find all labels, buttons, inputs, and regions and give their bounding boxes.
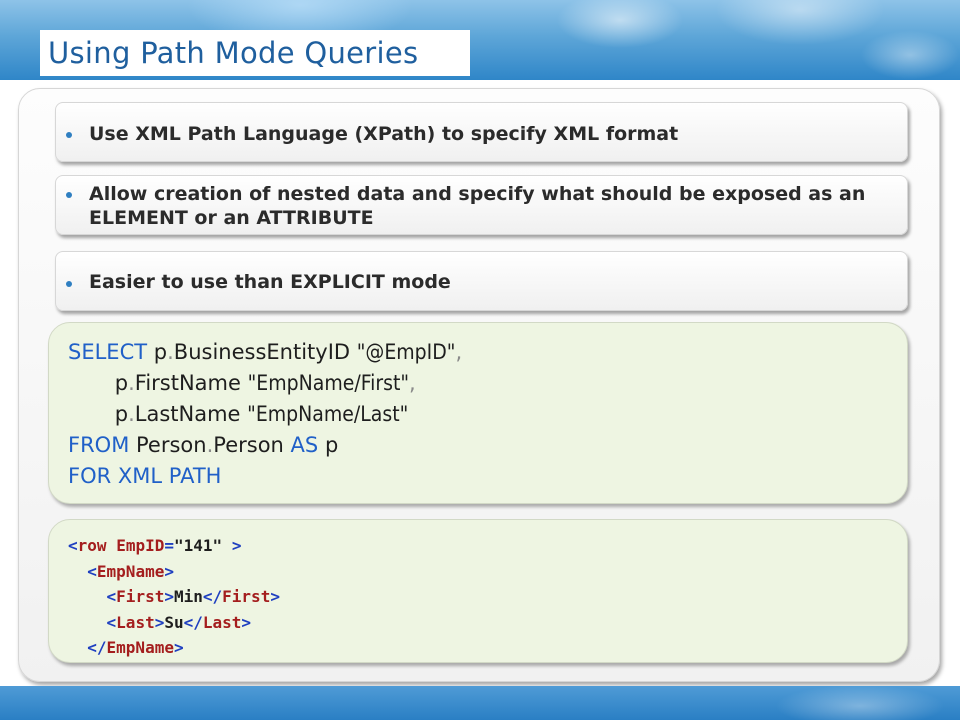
xml-tag: EmpName [106,638,174,657]
xml-attribute: EmpID [116,536,165,555]
sql-comma: , [455,340,463,364]
xml-text: Min [173,587,203,606]
sql-comma: , [409,371,416,395]
sql-alias: p [324,433,339,457]
xml-bracket: > [241,612,252,632]
sql-keyword: SELECT [68,340,148,364]
xml-bracket: < [106,612,117,632]
bullet-text: Use XML Path Language (XPath) to specify… [89,123,679,145]
bullet-dot-icon [66,281,72,287]
xml-bracket: </ [202,587,223,606]
xml-bracket: < [87,561,97,581]
xml-tag: Last [116,612,155,632]
sql-dot: . [128,402,135,426]
sql-string: "EmpName/Last" [247,402,409,426]
bullet-box-nested-data: Allow creation of nested data and specif… [55,175,908,235]
xml-bracket: > [173,638,184,657]
footer-bar [0,686,960,720]
sql-alias: p [114,402,129,426]
xml-bracket: < [106,587,117,606]
sql-keyword: FROM [68,433,130,457]
sql-column: FirstName [134,371,241,395]
sql-alias: p [114,371,129,395]
xml-tag: Last [202,612,242,632]
bullet-text: Allow creation of nested data and specif… [89,183,866,229]
xml-tag: row [77,536,107,555]
sql-dot: . [167,340,174,364]
xml-tag: EmpName [96,561,165,581]
xml-equals: = [164,536,174,555]
xml-tag: First [222,587,271,606]
sql-keyword: AS [290,433,319,457]
xml-bracket: < [68,536,78,555]
sql-schema: Person [136,433,207,457]
xml-output: <row EmpID="141" > <EmpName> <First>Min<… [68,533,280,661]
sql-column: BusinessEntityID [173,340,351,364]
sql-dot: . [128,371,135,395]
bullet-box-xpath: Use XML Path Language (XPath) to specify… [55,102,908,162]
xml-tag: First [116,587,165,606]
sql-code: SELECT p.BusinessEntityID "@EmpID", p.Fi… [68,337,462,492]
xml-attribute-value: "141" [174,536,223,555]
xml-bracket: > [164,561,174,581]
bullet-dot-icon [66,132,72,138]
sql-column: LastName [134,402,241,426]
xml-bracket: > [231,536,242,555]
sql-table: Person [213,433,284,457]
xml-bracket: > [270,587,280,606]
xml-bracket: </ [183,612,203,632]
sql-string: "EmpName/First" [247,371,410,395]
sql-string: "@EmpID" [356,340,456,364]
sql-keyword: FOR [68,464,112,488]
bullet-dot-icon [66,192,72,198]
slide-title: Using Path Mode Queries [48,36,419,70]
xml-text: Su [164,612,184,632]
sql-keyword: XML [117,464,163,488]
xml-bracket: > [164,587,174,606]
sql-alias: p [153,340,168,364]
sql-keyword: PATH [168,464,222,488]
xml-bracket: </ [87,638,107,657]
xml-bracket: > [154,612,165,632]
bullet-box-easier: Easier to use than EXPLICIT mode [55,251,908,311]
bullet-text: Easier to use than EXPLICIT mode [89,271,451,293]
